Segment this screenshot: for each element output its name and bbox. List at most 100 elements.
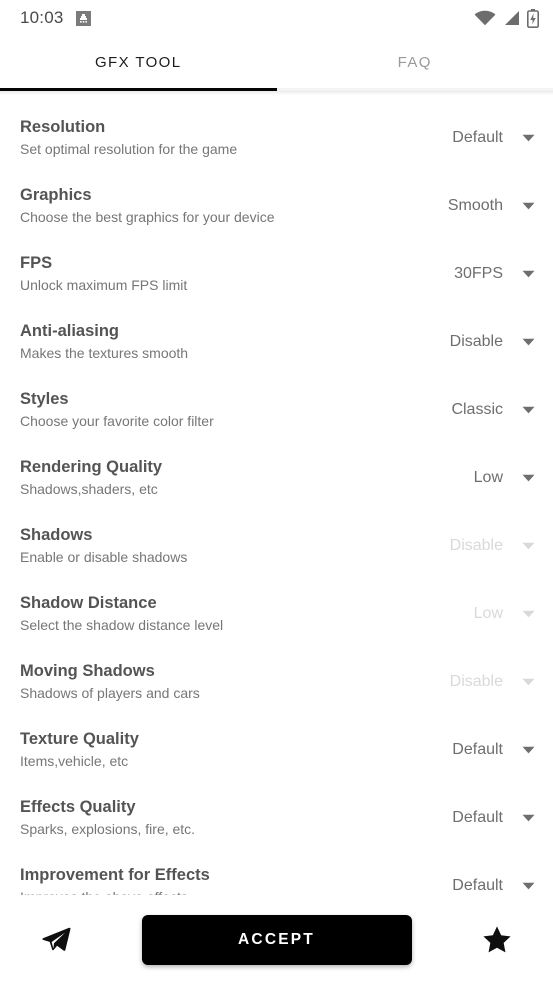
- setting-text: Resolution Set optimal resolution for the…: [20, 117, 415, 160]
- setting-row[interactable]: Rendering Quality Shadows,shaders, etc Low: [0, 444, 553, 512]
- setting-row[interactable]: Styles Choose your favorite color filter C…: [0, 376, 553, 444]
- setting-row[interactable]: Shadow Distance Select the shadow distanc…: [0, 580, 553, 648]
- setting-dropdown[interactable]: Default: [415, 809, 535, 827]
- setting-title: Shadows: [20, 525, 93, 544]
- setting-text: Effects Quality Sparks, explosions, fire,…: [20, 797, 415, 840]
- setting-text: Styles Choose your favorite color filter: [20, 389, 415, 432]
- setting-subtitle: Select the shadow distance level: [20, 617, 224, 634]
- setting-subtitle: Shadows,shaders, etc: [20, 481, 158, 498]
- setting-title: FPS: [20, 253, 53, 272]
- accept-button-wrap: ACCEPT: [84, 914, 469, 965]
- chevron-down-icon[interactable]: [522, 474, 535, 482]
- setting-value: Default: [452, 741, 503, 758]
- setting-text: Shadows Enable or disable shadows: [20, 525, 415, 568]
- setting-subtitle: Items,vehicle, etc: [20, 753, 129, 770]
- setting-title: Texture Quality: [20, 729, 139, 748]
- setting-value: Smooth: [447, 197, 503, 214]
- setting-row[interactable]: Graphics Choose the best graphics for you…: [0, 172, 553, 240]
- setting-title: Moving Shadows: [20, 661, 155, 680]
- setting-text: Graphics Choose the best graphics for you…: [20, 185, 415, 228]
- setting-row[interactable]: Shadows Enable or disable shadows Disable: [0, 512, 553, 580]
- paper-plane-icon[interactable]: [28, 925, 84, 955]
- setting-title: Graphics: [20, 185, 92, 204]
- setting-dropdown[interactable]: Disable: [415, 673, 535, 691]
- setting-text: Texture Quality Items,vehicle, etc: [20, 729, 415, 772]
- wifi-icon: [474, 10, 496, 26]
- setting-text: Anti-aliasing Makes the textures smooth: [20, 321, 415, 364]
- setting-title: Shadow Distance: [20, 593, 157, 612]
- chevron-down-icon[interactable]: [522, 406, 535, 414]
- chevron-down-icon[interactable]: [522, 610, 535, 618]
- setting-value: Disable: [449, 673, 503, 690]
- setting-dropdown[interactable]: Classic: [415, 401, 535, 419]
- setting-title: Styles: [20, 389, 69, 408]
- setting-subtitle: Choose the best graphics for your device: [20, 209, 275, 226]
- chevron-down-icon[interactable]: [522, 270, 535, 278]
- chevron-down-icon[interactable]: [522, 814, 535, 822]
- accept-button[interactable]: ACCEPT: [141, 914, 412, 965]
- status-clock: 10:03: [20, 8, 64, 27]
- bottom-bar: ACCEPT: [0, 895, 553, 984]
- setting-subtitle: Enable or disable shadows: [20, 549, 188, 566]
- setting-text: Shadow Distance Select the shadow distanc…: [20, 593, 415, 636]
- setting-value: Low: [473, 605, 503, 622]
- setting-title: Anti-aliasing: [20, 321, 120, 340]
- setting-row[interactable]: Resolution Set optimal resolution for the…: [0, 104, 553, 172]
- setting-dropdown[interactable]: Disable: [415, 537, 535, 555]
- chevron-down-icon[interactable]: [522, 678, 535, 686]
- settings-list[interactable]: Resolution Set optimal resolution for the…: [0, 95, 553, 895]
- setting-row[interactable]: Anti-aliasing Makes the textures smooth Di…: [0, 308, 553, 376]
- setting-value: Default: [452, 877, 503, 894]
- chevron-down-icon[interactable]: [522, 338, 535, 346]
- tab-gfx-tool[interactable]: GFX TOOL: [0, 36, 277, 88]
- app-notification-icon: [75, 10, 91, 26]
- setting-value: Default: [452, 129, 503, 146]
- setting-value: Disable: [449, 333, 503, 350]
- setting-row[interactable]: Moving Shadows Shadows of players and car…: [0, 648, 553, 716]
- setting-row[interactable]: Texture Quality Items,vehicle, etc Default: [0, 716, 553, 784]
- setting-text: Rendering Quality Shadows,shaders, etc: [20, 457, 415, 500]
- tab-indicator-track: [0, 88, 553, 91]
- battery-charging-icon: [527, 8, 539, 28]
- tab-active-indicator: [0, 88, 277, 91]
- setting-value: Default: [452, 809, 503, 826]
- star-icon[interactable]: [469, 924, 525, 956]
- tab-faq[interactable]: FAQ: [277, 36, 553, 88]
- app-screen: 10:03 GFX TOOL FAQ Resolution Set optima…: [0, 0, 553, 984]
- chevron-down-icon[interactable]: [522, 882, 535, 890]
- setting-title: Rendering Quality: [20, 457, 163, 476]
- setting-dropdown[interactable]: Low: [415, 469, 535, 487]
- setting-dropdown[interactable]: Default: [415, 877, 535, 895]
- setting-dropdown[interactable]: Default: [415, 741, 535, 759]
- status-left-icons: [75, 10, 91, 26]
- setting-subtitle: Choose your favorite color filter: [20, 413, 214, 430]
- setting-subtitle: Sparks, explosions, fire, etc.: [20, 821, 196, 838]
- chevron-down-icon[interactable]: [522, 134, 535, 142]
- setting-row[interactable]: Improvement for Effects Improves the abov…: [0, 852, 553, 895]
- setting-dropdown[interactable]: Smooth: [415, 197, 535, 215]
- setting-row[interactable]: FPS Unlock maximum FPS limit 30FPS: [0, 240, 553, 308]
- setting-dropdown[interactable]: Default: [415, 129, 535, 147]
- tab-gfx-tool-label: GFX TOOL: [94, 53, 182, 71]
- cellular-signal-icon: [503, 10, 520, 26]
- setting-value: 30FPS: [454, 265, 503, 282]
- setting-row[interactable]: Effects Quality Sparks, explosions, fire,…: [0, 784, 553, 852]
- setting-value: Low: [473, 469, 503, 486]
- status-bar: 10:03: [0, 0, 553, 36]
- chevron-down-icon[interactable]: [522, 746, 535, 754]
- setting-title: Improvement for Effects: [20, 865, 210, 884]
- setting-title: Resolution: [20, 117, 106, 136]
- setting-dropdown[interactable]: Low: [415, 605, 535, 623]
- setting-text: FPS Unlock maximum FPS limit: [20, 253, 415, 296]
- setting-dropdown[interactable]: 30FPS: [415, 265, 535, 283]
- chevron-down-icon[interactable]: [522, 542, 535, 550]
- setting-value: Classic: [451, 401, 503, 418]
- chevron-down-icon[interactable]: [522, 202, 535, 210]
- setting-subtitle: Unlock maximum FPS limit: [20, 277, 188, 294]
- setting-dropdown[interactable]: Disable: [415, 333, 535, 351]
- setting-subtitle: Improves the above effects: [20, 887, 405, 895]
- setting-text: Improvement for Effects Improves the abov…: [20, 865, 415, 895]
- tab-faq-label: FAQ: [397, 53, 432, 71]
- setting-value: Disable: [449, 537, 503, 554]
- setting-subtitle: Shadows of players and cars: [20, 685, 200, 702]
